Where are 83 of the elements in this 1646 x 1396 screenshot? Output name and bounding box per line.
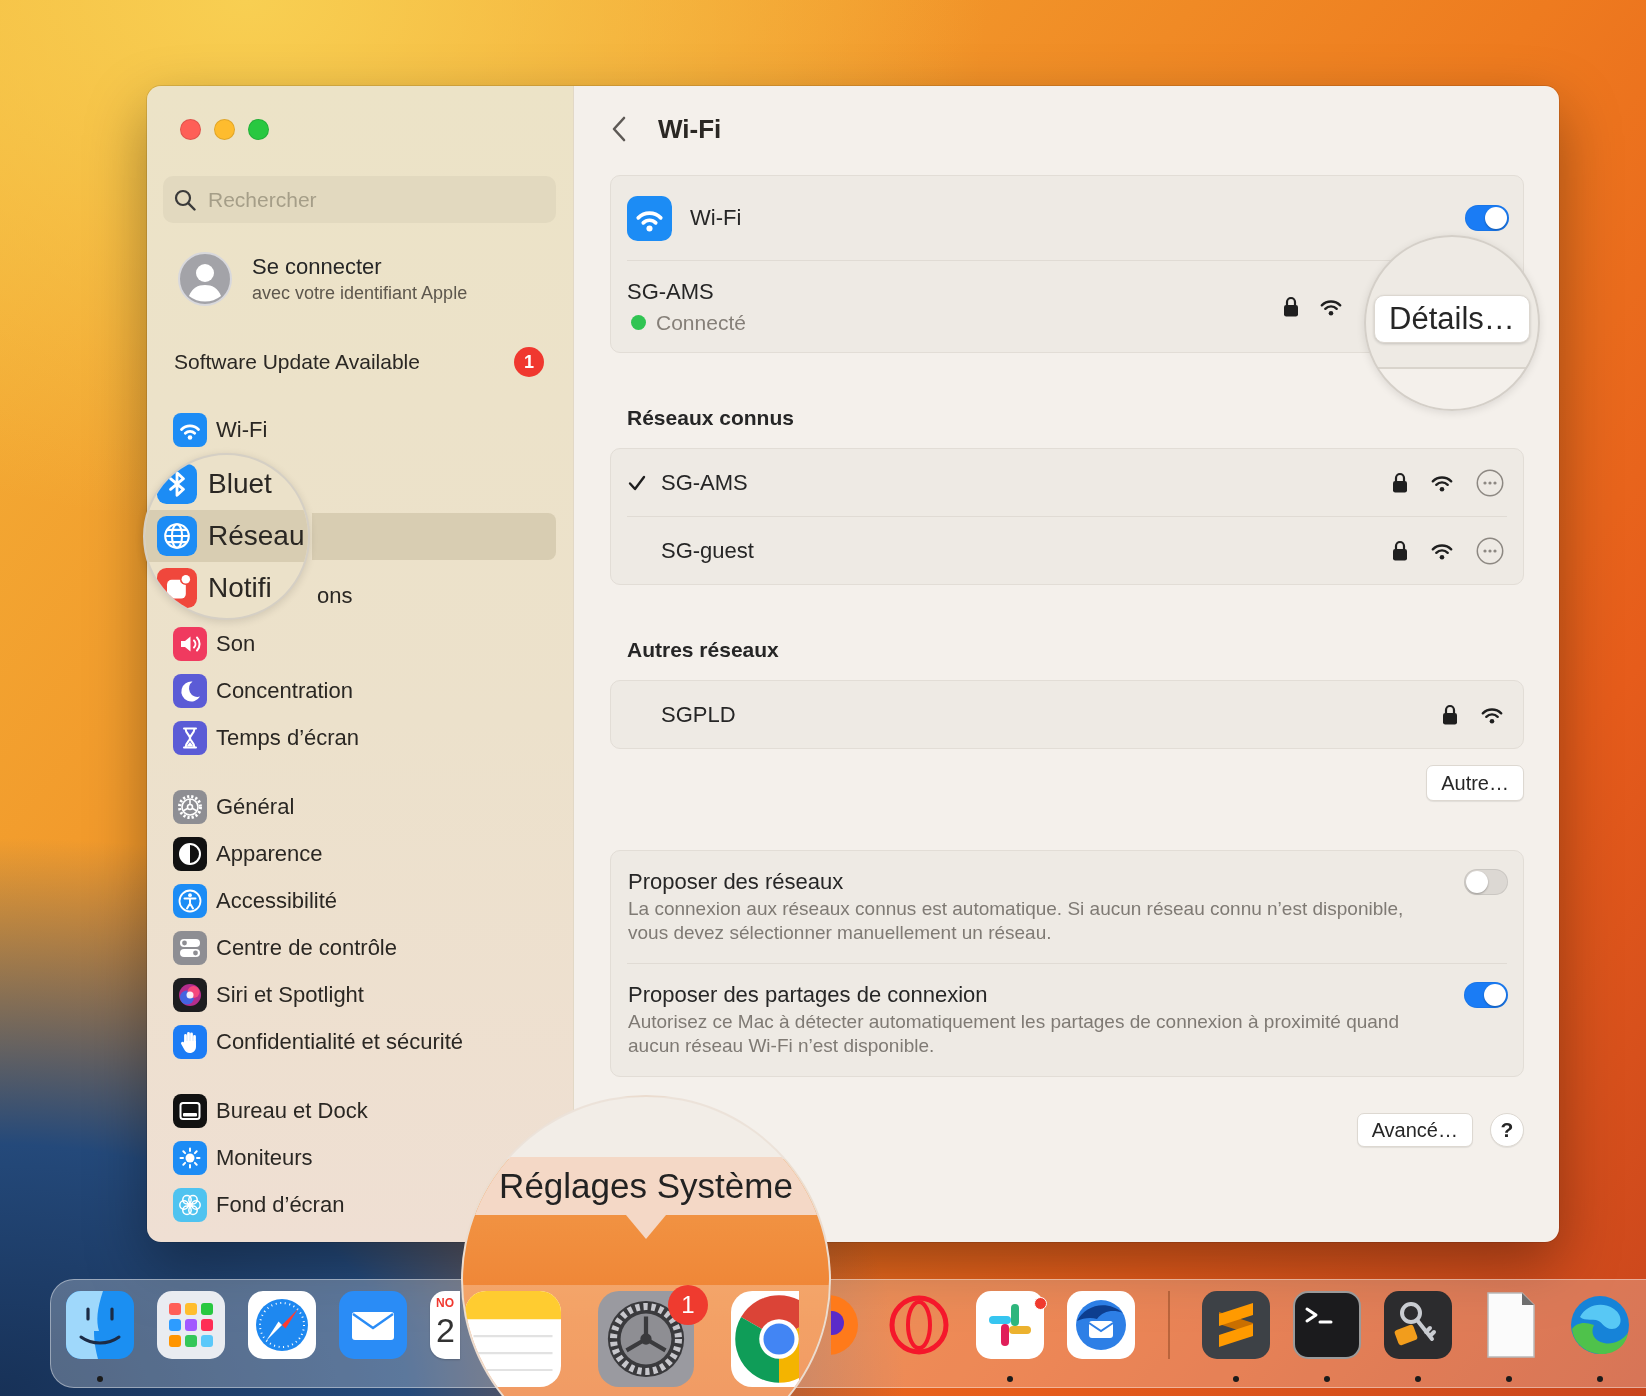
sidebar-item[interactable]: Temps d’écran xyxy=(163,714,370,761)
option-description: La connexion aux réseaux connus est automatique. Si aucun réseau connu n’est disponible, vous devez sélectionner manuellement un réseau. xyxy=(628,897,1404,945)
wifi-signal-icon xyxy=(1430,541,1454,560)
section-heading: Réseaux connus xyxy=(626,405,794,430)
wifi-icon xyxy=(173,412,207,447)
sidebar-item[interactable]: Son xyxy=(163,620,266,667)
sidebar-item[interactable]: Wi-Fi xyxy=(163,406,278,453)
sidebar-item[interactable]: Notifi xyxy=(145,562,308,614)
sidebar-item[interactable]: Siri et Spotlight xyxy=(163,971,374,1018)
wifi-icon xyxy=(627,195,672,241)
search-field[interactable]: Rechercher xyxy=(163,176,556,223)
toggle-switch[interactable] xyxy=(1465,205,1509,231)
sidebar-item[interactable]: Accessibilité xyxy=(163,877,348,924)
keys-icon[interactable] xyxy=(1384,1291,1452,1359)
toggles-icon xyxy=(173,930,207,965)
hand-icon xyxy=(173,1024,207,1059)
sidebar-item[interactable]: Bureau et Dock xyxy=(163,1087,378,1134)
sidebar-item[interactable]: Réseau xyxy=(145,510,308,562)
network-name[interactable]: SGPLD xyxy=(661,701,736,728)
hourglass-icon xyxy=(173,720,207,755)
update-label[interactable]: Software Update Available xyxy=(174,350,420,374)
connection-status: Connecté xyxy=(656,310,746,335)
network-name[interactable]: SG-guest xyxy=(661,537,754,564)
compass-icon[interactable] xyxy=(248,1291,316,1359)
sidebar-item[interactable]: Confidentialité et sécurité xyxy=(163,1018,474,1065)
envelope-icon[interactable] xyxy=(339,1291,407,1359)
wifi-signal-icon xyxy=(1430,473,1454,492)
terminal-icon[interactable] xyxy=(1293,1291,1361,1359)
account-subtitle: avec votre identifiant Apple xyxy=(252,282,468,304)
help-button[interactable]: ? xyxy=(1490,1113,1524,1147)
globe-icon xyxy=(157,516,197,556)
more-icon[interactable] xyxy=(1476,536,1504,565)
option-title: Proposer des réseaux xyxy=(628,869,844,895)
speaker-icon xyxy=(173,626,207,661)
sidebar-item[interactable]: ons xyxy=(317,583,353,608)
section-heading: Autres réseaux xyxy=(626,637,779,662)
sun-icon xyxy=(173,1140,207,1175)
bird-icon[interactable] xyxy=(1067,1291,1135,1359)
notification-badge: 1 xyxy=(514,347,544,377)
grid-icon[interactable] xyxy=(157,1291,225,1359)
wifi-signal-icon xyxy=(1480,705,1504,724)
notification-icon xyxy=(157,568,197,608)
toggle-switch[interactable] xyxy=(1464,982,1508,1008)
account-title[interactable]: Se connecter xyxy=(252,254,468,280)
ribbon-icon[interactable] xyxy=(1202,1291,1270,1359)
sidebar-item[interactable]: Moniteurs xyxy=(163,1134,323,1181)
contrast-icon xyxy=(173,836,207,871)
sidebar-item[interactable]: Concentration xyxy=(163,667,363,714)
close-icon[interactable] xyxy=(180,119,201,140)
details-button[interactable]: Détails… xyxy=(1374,295,1530,343)
moon-icon xyxy=(173,673,207,708)
other-network-button[interactable]: Autre… xyxy=(1426,765,1524,801)
sidebar-item[interactable]: Centre de contrôle xyxy=(163,924,407,971)
toggle-switch[interactable] xyxy=(1464,869,1508,895)
wifi-label: Wi-Fi xyxy=(690,205,742,231)
option-description: Autorisez ce Mac à détecter automatiquement les partages de connexion à proximité quand aucun réseau Wi-Fi n’est disponible. xyxy=(628,1010,1399,1058)
calendar-month: NO xyxy=(436,1296,454,1310)
wifi-signal-icon xyxy=(1319,297,1343,316)
chevron-left-icon[interactable] xyxy=(611,116,627,142)
network-name[interactable]: SG-AMS xyxy=(661,469,748,496)
sidebar-item[interactable]: Apparence xyxy=(163,830,333,877)
orb-icon xyxy=(173,977,207,1012)
face-icon[interactable] xyxy=(66,1291,134,1359)
option-title: Proposer des partages de connexion xyxy=(628,982,988,1008)
dock-icon xyxy=(173,1093,207,1128)
notification-badge: 1 xyxy=(668,1285,708,1325)
notepad-icon[interactable] xyxy=(465,1291,561,1387)
more-icon[interactable] xyxy=(1476,468,1504,497)
sidebar-item[interactable]: Général xyxy=(163,783,305,830)
network-name: SG-AMS xyxy=(627,278,714,305)
search-icon xyxy=(174,188,196,211)
gear-icon[interactable] xyxy=(598,1291,694,1387)
avatar-icon[interactable] xyxy=(178,252,232,306)
advanced-button[interactable]: Avancé… xyxy=(1356,1113,1473,1147)
page-title: Wi-Fi xyxy=(658,113,722,145)
accessibility-icon xyxy=(173,883,207,918)
gear-icon xyxy=(173,789,207,824)
calendar-day: 2 xyxy=(436,1310,455,1350)
pinwheel-icon[interactable] xyxy=(976,1291,1044,1359)
sidebar-item[interactable]: Fond d’écran xyxy=(163,1181,355,1228)
flower-icon xyxy=(173,1187,207,1222)
sidebar-item[interactable]: Bluet xyxy=(145,458,308,510)
calendar-tile[interactable]: NO 2 xyxy=(430,1291,460,1359)
